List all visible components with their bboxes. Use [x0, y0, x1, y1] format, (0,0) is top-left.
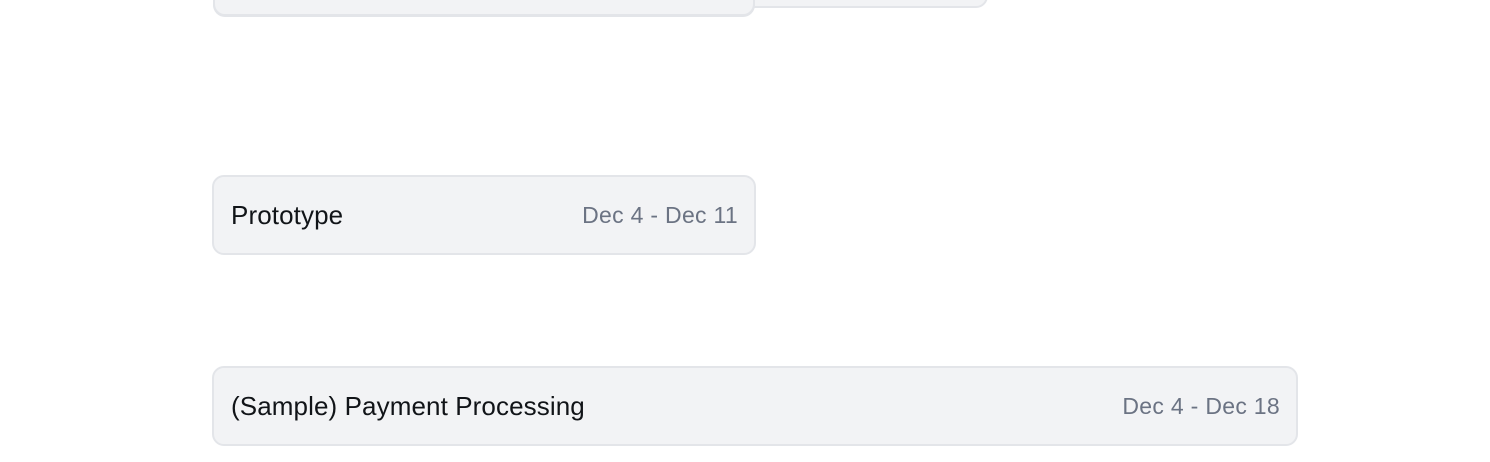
timeline-task-bar-partial[interactable] [213, 0, 755, 16]
task-title: Prototype [231, 199, 344, 230]
task-date-range: Dec 4 - Dec 11 [582, 201, 738, 228]
timeline-task-bar-payment-processing[interactable]: (Sample) Payment Processing Dec 4 - Dec … [212, 366, 1298, 446]
task-title: (Sample) Payment Processing [231, 390, 585, 421]
timeline-task-bar-prototype[interactable]: Prototype Dec 4 - Dec 11 [212, 175, 756, 255]
task-date-range: Dec 4 - Dec 18 [1122, 392, 1280, 419]
